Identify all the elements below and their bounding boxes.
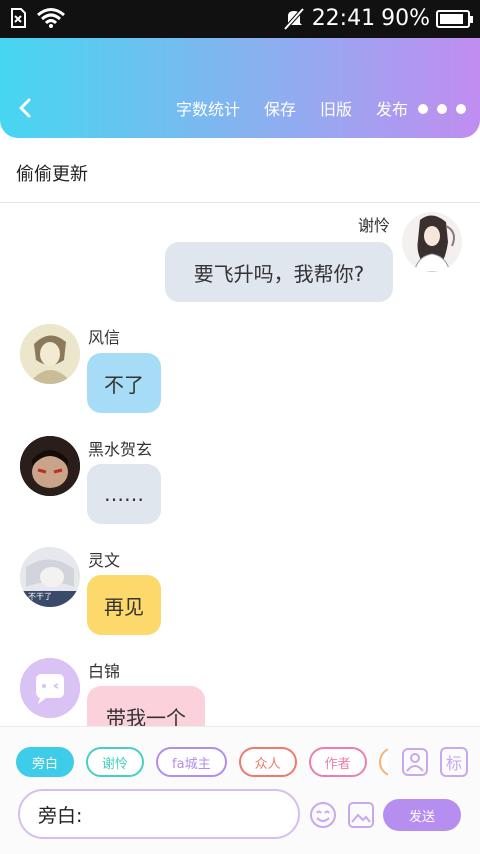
old-version-button[interactable]: 旧版 xyxy=(320,96,352,120)
emoji-icon[interactable] xyxy=(309,801,337,829)
mute-icon xyxy=(283,7,305,30)
avatar[interactable]: 不干了 xyxy=(20,547,80,607)
wifi-icon xyxy=(37,8,65,28)
message-bubble[interactable]: 不了 xyxy=(87,353,161,413)
sender-name: 风信 xyxy=(88,328,121,347)
role-chip[interactable]: 众人 xyxy=(238,747,297,777)
role-chip[interactable]: 作者 xyxy=(308,747,367,777)
avatar[interactable] xyxy=(402,212,462,272)
message-bubble[interactable]: 要飞升吗，我帮你? xyxy=(165,242,393,302)
battery-percent: 90% xyxy=(381,6,430,31)
header-bar: 字数统计 保存 旧版 发布 xyxy=(0,38,480,138)
save-button[interactable]: 保存 xyxy=(264,96,296,120)
status-time: 22:41 xyxy=(311,6,376,31)
send-button[interactable]: 发送 xyxy=(383,799,461,831)
message-input[interactable]: 旁白: xyxy=(18,789,300,839)
status-bar: 22:41 90% xyxy=(0,0,480,38)
role-chip[interactable]: 卷毛 xyxy=(378,747,388,777)
sim-error-icon xyxy=(11,8,26,28)
sender-name: 谢怜 xyxy=(358,216,391,235)
word-count-button[interactable]: 字数统计 xyxy=(176,96,240,120)
sender-name: 白锦 xyxy=(88,662,121,681)
avatar[interactable] xyxy=(20,658,80,718)
role-chip[interactable]: fa城主 xyxy=(156,747,227,777)
more-dots-icon[interactable] xyxy=(418,104,466,114)
role-chip[interactable]: 谢怜 xyxy=(86,747,145,777)
role-chip-narrator[interactable]: 旁白 xyxy=(16,747,75,777)
message-bubble[interactable]: …… xyxy=(87,464,161,524)
person-icon[interactable] xyxy=(401,747,429,777)
header-menu: 字数统计 保存 旧版 发布 xyxy=(176,96,408,120)
battery-fill xyxy=(440,13,464,24)
message-bubble[interactable]: 再见 xyxy=(87,575,161,635)
avatar[interactable] xyxy=(20,324,80,384)
divider xyxy=(0,202,480,203)
battery-icon xyxy=(436,9,473,28)
chevron-left-icon[interactable] xyxy=(14,96,38,120)
avatar-caption: 不干了 xyxy=(28,592,52,601)
sender-name: 黑水贺玄 xyxy=(88,440,153,459)
compose-panel: 旁白 谢怜 fa城主 众人 作者 卷毛 标 旁白: 发送 xyxy=(0,726,480,854)
publish-button[interactable]: 发布 xyxy=(376,96,408,120)
page-title[interactable]: 偷偷更新 xyxy=(16,160,88,186)
avatar[interactable] xyxy=(20,436,80,496)
tag-icon[interactable]: 标 xyxy=(440,747,468,777)
sender-name: 灵文 xyxy=(88,551,121,570)
role-chips: 旁白 谢怜 fa城主 众人 作者 卷毛 xyxy=(16,747,388,779)
image-icon[interactable] xyxy=(348,802,374,828)
